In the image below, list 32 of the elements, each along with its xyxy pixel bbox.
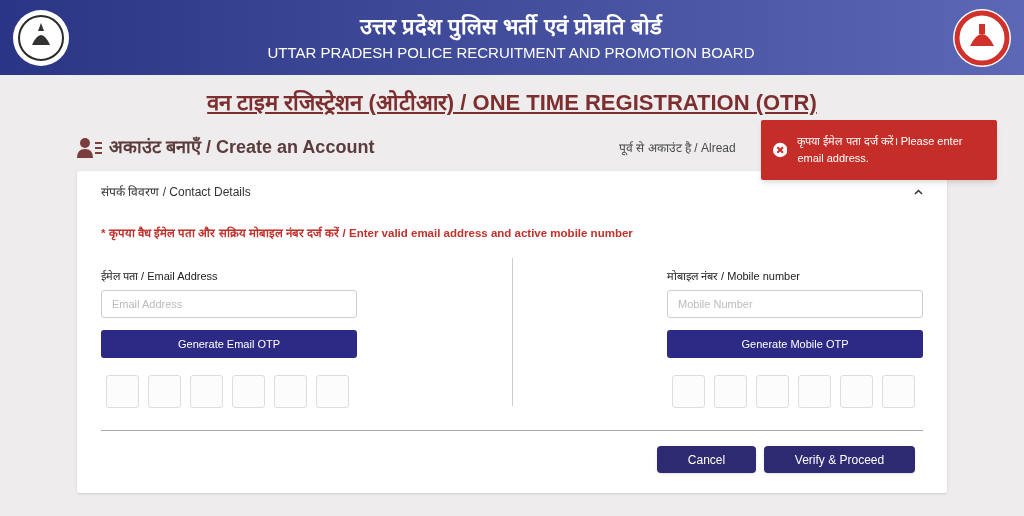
cancel-button[interactable]: Cancel <box>657 446 756 474</box>
input-field[interactable]: Email Address <box>101 290 357 319</box>
generate-otp-button[interactable]: Generate Mobile OTP <box>667 330 923 359</box>
emblem-icon <box>952 7 1012 68</box>
otp-digit-field[interactable] <box>232 375 265 409</box>
otp-digit-field[interactable] <box>148 375 181 409</box>
page-title: वन टाइम रजिस्ट्रेशन (ओटीआर) / ONE TIME REGISTRATION (OTR) <box>207 89 817 117</box>
card-title: संपर्क विवरण / Contact Details <box>101 184 251 201</box>
chevron-up-icon[interactable] <box>914 189 923 195</box>
toast-message: कृपया ईमेल पता दर्ज करें। Please enter email address. <box>797 134 964 166</box>
otp-digit-field[interactable] <box>882 375 915 409</box>
notice-text: * कृपया वैध ईमेल पता और सक्रिय मोबाइल नंबर दर्ज करें / Enter valid email address and active mobile number <box>101 225 634 243</box>
otp-digit-field[interactable] <box>106 375 139 409</box>
otp-digit-field[interactable] <box>190 375 223 409</box>
otp-digit-field[interactable] <box>316 375 349 409</box>
header-subtitle: UTTAR PRADESH POLICE RECRUITMENT AND PROMOTION BOARD <box>267 42 755 63</box>
otp-digit-field[interactable] <box>714 375 747 409</box>
section-heading: अकाउंट बनाएँ / Create an Account <box>109 135 375 159</box>
error-icon <box>773 141 788 159</box>
verify-proceed-button[interactable]: Verify & Proceed <box>764 446 915 474</box>
otp-digit-field[interactable] <box>798 375 831 409</box>
emblem-icon <box>12 8 70 67</box>
otp-digit-field[interactable] <box>672 375 705 409</box>
otp-digit-field[interactable] <box>840 375 873 409</box>
field-label: ईमेल पता / Email Address <box>101 269 219 285</box>
header-title: उत्तर प्रदेश पुलिस भर्ती एवं प्रोन्नति बोर्ड <box>360 12 662 42</box>
user-list-icon <box>77 137 103 158</box>
otp-digit-field[interactable] <box>274 375 307 409</box>
generate-otp-button[interactable]: Generate Email OTP <box>101 330 357 359</box>
input-field[interactable]: Mobile Number <box>667 290 923 319</box>
field-label: मोबाइल नंबर / Mobile number <box>667 269 801 285</box>
otp-digit-field[interactable] <box>756 375 789 409</box>
